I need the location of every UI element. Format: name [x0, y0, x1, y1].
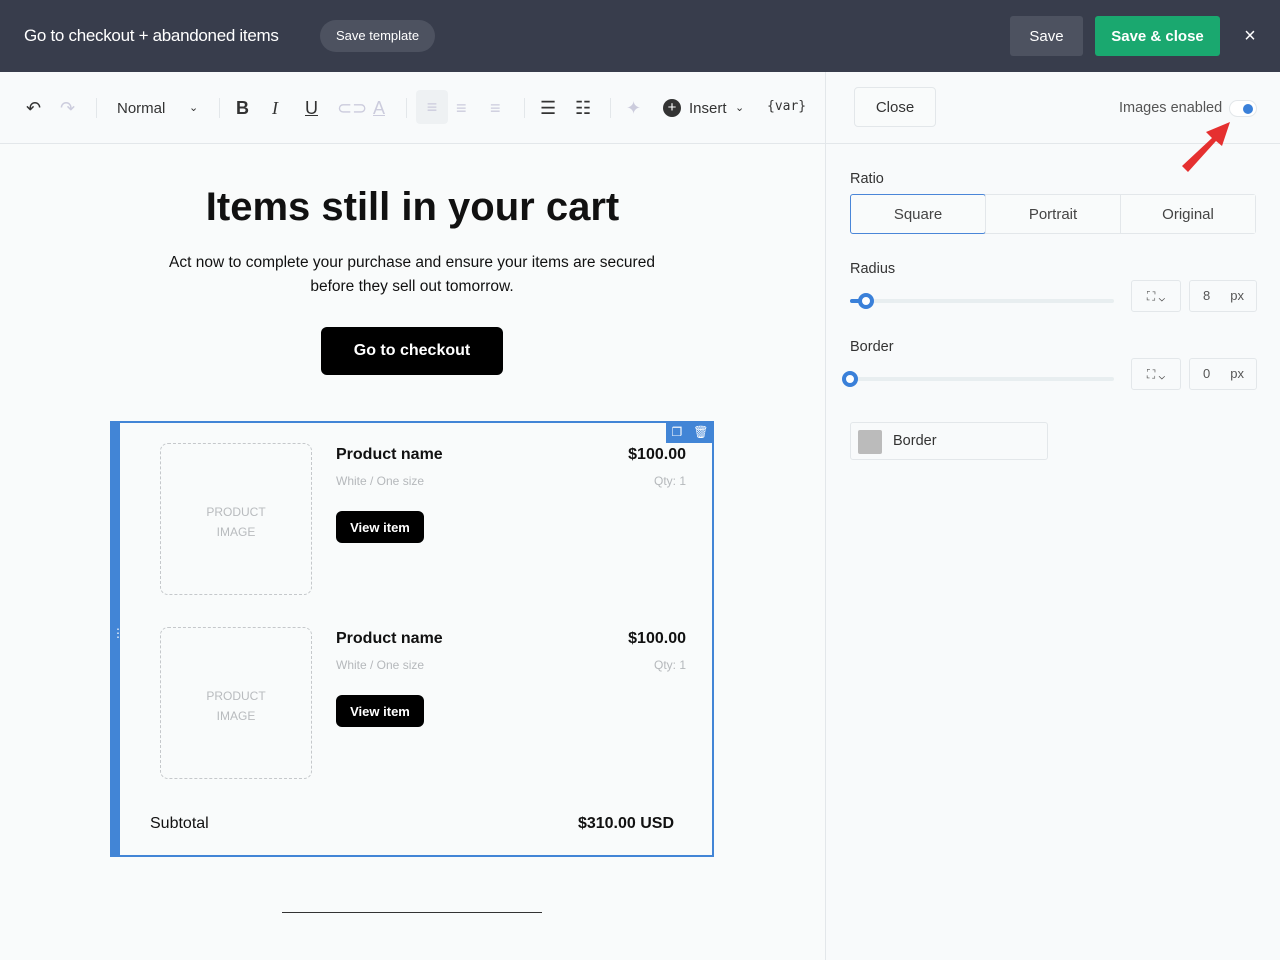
divider	[524, 98, 525, 118]
product-variant: White / One size	[336, 658, 425, 672]
product-price: $100.00	[628, 446, 686, 463]
email-subtext[interactable]: Act now to complete your purchase and en…	[150, 251, 674, 299]
image-settings-panel: Close Images enabled Ratio Square Portra…	[825, 72, 1280, 960]
annotation-arrow-icon	[1182, 122, 1230, 172]
align-center-icon[interactable]: ≡	[456, 97, 467, 119]
divider	[406, 98, 407, 118]
close-panel-button[interactable]: Close	[854, 87, 936, 127]
images-enabled-label: Images enabled	[1119, 100, 1223, 116]
close-icon[interactable]: ×	[1240, 26, 1260, 46]
plus-circle-icon[interactable]: +	[663, 99, 681, 117]
abandoned-cart-block[interactable]: ⋮ ❐ 🗑︎ PRODUCT IMAGE Product name $100.00…	[110, 421, 714, 857]
image-placeholder-text: IMAGE	[216, 709, 256, 723]
image-placeholder-text: IMAGE	[216, 525, 256, 539]
trash-icon[interactable]: 🗑︎	[693, 425, 708, 439]
view-item-button[interactable]: View item	[336, 695, 424, 727]
radius-unit: px	[1230, 288, 1244, 303]
ratio-portrait[interactable]: Portrait	[985, 195, 1120, 233]
border-label: Border	[850, 339, 894, 355]
border-color-picker[interactable]: Border	[850, 422, 1048, 460]
slider-knob[interactable]	[842, 371, 858, 387]
corner-select[interactable]: ⛶ ⌄	[1131, 280, 1181, 312]
image-placeholder-text: PRODUCT	[206, 689, 266, 703]
ratio-label: Ratio	[850, 171, 884, 187]
editor-toolbar: ↶ ↷ Normal ⌄ B I U ⊂⊃ A ≡ ≡ ≡ ☰ ☷ ✦ + In…	[0, 72, 825, 144]
color-swatch[interactable]	[858, 430, 882, 454]
product-price: $100.00	[628, 630, 686, 647]
text-style-select[interactable]: Normal	[117, 100, 165, 117]
email-canvas: Items still in your cart Act now to comp…	[0, 145, 825, 960]
link-icon[interactable]: ⊂⊃	[337, 97, 367, 119]
chevron-down-icon: ⌄	[1158, 289, 1166, 303]
border-color-label: Border	[893, 433, 937, 449]
save-button[interactable]: Save	[1010, 16, 1083, 56]
cart-item: PRODUCT IMAGE Product name $100.00 White …	[150, 627, 686, 781]
save-and-close-button[interactable]: Save & close	[1095, 16, 1220, 56]
radius-slider[interactable]	[850, 293, 1114, 309]
radius-value[interactable]: 8	[1203, 281, 1210, 311]
product-qty: Qty: 1	[653, 474, 686, 488]
border-slider[interactable]	[842, 371, 1114, 387]
insert-variable-button[interactable]: {var}	[767, 99, 806, 114]
radius-label: Radius	[850, 261, 896, 277]
save-template-button[interactable]: Save template	[320, 20, 436, 52]
divider	[219, 98, 220, 118]
redo-icon[interactable]: ↷	[60, 97, 75, 119]
image-placeholder-text: PRODUCT	[206, 505, 266, 519]
bold-icon[interactable]: B	[236, 97, 249, 119]
chevron-down-icon[interactable]: ⌄	[189, 97, 198, 119]
subtotal-value: $310.00 USD	[577, 815, 674, 832]
border-sides-select[interactable]: ⛶ ⌄	[1131, 358, 1181, 390]
undo-icon[interactable]: ↶	[26, 97, 41, 119]
chevron-down-icon: ⌄	[1158, 367, 1166, 381]
duplicate-icon[interactable]: ❐	[672, 425, 683, 439]
border-input[interactable]: 0 px	[1189, 358, 1257, 390]
divider	[610, 98, 611, 118]
view-item-button[interactable]: View item	[336, 511, 424, 543]
go-to-checkout-button[interactable]: Go to checkout	[321, 327, 503, 375]
border-unit: px	[1230, 366, 1244, 381]
divider-line[interactable]	[282, 912, 542, 913]
ai-sparkle-icon[interactable]: ✦	[626, 97, 641, 119]
ratio-square[interactable]: Square	[850, 194, 986, 234]
radius-input[interactable]: 8 px	[1189, 280, 1257, 312]
product-qty: Qty: 1	[653, 658, 686, 672]
bullet-list-icon[interactable]: ☰	[540, 97, 556, 119]
template-title: Go to checkout + abandoned items	[24, 26, 279, 45]
numbered-list-icon[interactable]: ☷	[575, 97, 591, 119]
insert-menu[interactable]: Insert	[689, 100, 727, 117]
chevron-down-icon[interactable]: ⌄	[735, 97, 744, 119]
align-left-icon[interactable]: ≡	[416, 90, 448, 124]
product-name: Product name	[336, 630, 443, 647]
block-actions: ❐ 🗑︎	[666, 421, 714, 443]
product-image-placeholder[interactable]: PRODUCT IMAGE	[160, 443, 312, 595]
italic-icon[interactable]: I	[272, 97, 278, 119]
underline-icon[interactable]: U	[305, 97, 318, 119]
text-color-icon[interactable]: A	[373, 97, 385, 119]
slider-knob[interactable]	[857, 293, 874, 309]
border-value[interactable]: 0	[1203, 359, 1210, 389]
images-enabled-toggle[interactable]	[1229, 100, 1257, 117]
top-bar: Go to checkout + abandoned items Save te…	[0, 0, 1280, 72]
border-sides-icon: ⛶	[1146, 367, 1156, 381]
product-image-placeholder[interactable]: PRODUCT IMAGE	[160, 627, 312, 779]
email-heading[interactable]: Items still in your cart	[0, 185, 825, 230]
ratio-segmented-control: Square Portrait Original	[850, 194, 1256, 234]
divider	[96, 98, 97, 118]
product-name: Product name	[336, 446, 443, 463]
align-right-icon[interactable]: ≡	[490, 97, 501, 119]
subtotal-label: Subtotal	[150, 815, 209, 832]
product-variant: White / One size	[336, 474, 425, 488]
corners-icon: ⛶	[1146, 289, 1156, 303]
cart-item: PRODUCT IMAGE Product name $100.00 White …	[150, 443, 686, 597]
drag-handle-icon[interactable]: ⋮	[112, 627, 124, 639]
ratio-original[interactable]: Original	[1120, 195, 1255, 233]
